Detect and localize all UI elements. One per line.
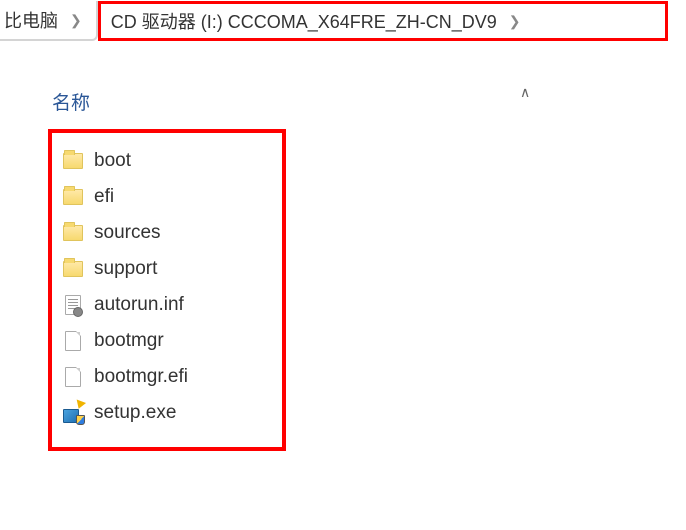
inf-file-icon bbox=[62, 294, 84, 316]
breadcrumb: 比电脑 ❯ CD 驱动器 (I:) CCCOMA_X64FRE_ZH-CN_DV… bbox=[0, 0, 686, 42]
folder-icon bbox=[62, 150, 84, 172]
file-list: boot efi sources support autorun.inf boo… bbox=[48, 129, 286, 451]
file-icon bbox=[62, 366, 84, 388]
sort-indicator-icon[interactable]: ∧ bbox=[520, 84, 530, 101]
list-item[interactable]: support bbox=[58, 251, 276, 287]
item-label: sources bbox=[94, 222, 161, 244]
breadcrumb-location-label: CD 驱动器 (I:) CCCOMA_X64FRE_ZH-CN_DV9 bbox=[107, 8, 501, 34]
chevron-right-icon: ❯ bbox=[501, 13, 529, 30]
item-label: bootmgr bbox=[94, 330, 164, 352]
folder-icon bbox=[62, 258, 84, 280]
content-area: ∧ 名称 boot efi sources support autorun.in… bbox=[0, 42, 686, 451]
list-item[interactable]: setup.exe bbox=[58, 395, 276, 431]
folder-icon bbox=[62, 222, 84, 244]
column-header-name[interactable]: 名称 bbox=[48, 88, 686, 115]
breadcrumb-root-label: 比电脑 bbox=[0, 7, 62, 33]
list-item[interactable]: efi bbox=[58, 179, 276, 215]
item-label: support bbox=[94, 258, 157, 280]
file-icon bbox=[62, 330, 84, 352]
breadcrumb-location-segment[interactable]: CD 驱动器 (I:) CCCOMA_X64FRE_ZH-CN_DV9 ❯ bbox=[98, 1, 668, 41]
item-label: efi bbox=[94, 186, 114, 208]
item-label: boot bbox=[94, 150, 131, 172]
list-item[interactable]: sources bbox=[58, 215, 276, 251]
folder-icon bbox=[62, 186, 84, 208]
list-item[interactable]: bootmgr.efi bbox=[58, 359, 276, 395]
list-item[interactable]: autorun.inf bbox=[58, 287, 276, 323]
exe-installer-icon bbox=[62, 402, 84, 424]
item-label: autorun.inf bbox=[94, 294, 184, 316]
breadcrumb-root-segment[interactable]: 比电脑 ❯ bbox=[0, 1, 98, 41]
list-item[interactable]: bootmgr bbox=[58, 323, 276, 359]
item-label: setup.exe bbox=[94, 402, 176, 424]
list-item[interactable]: boot bbox=[58, 143, 276, 179]
chevron-right-icon: ❯ bbox=[62, 12, 90, 29]
item-label: bootmgr.efi bbox=[94, 366, 188, 388]
